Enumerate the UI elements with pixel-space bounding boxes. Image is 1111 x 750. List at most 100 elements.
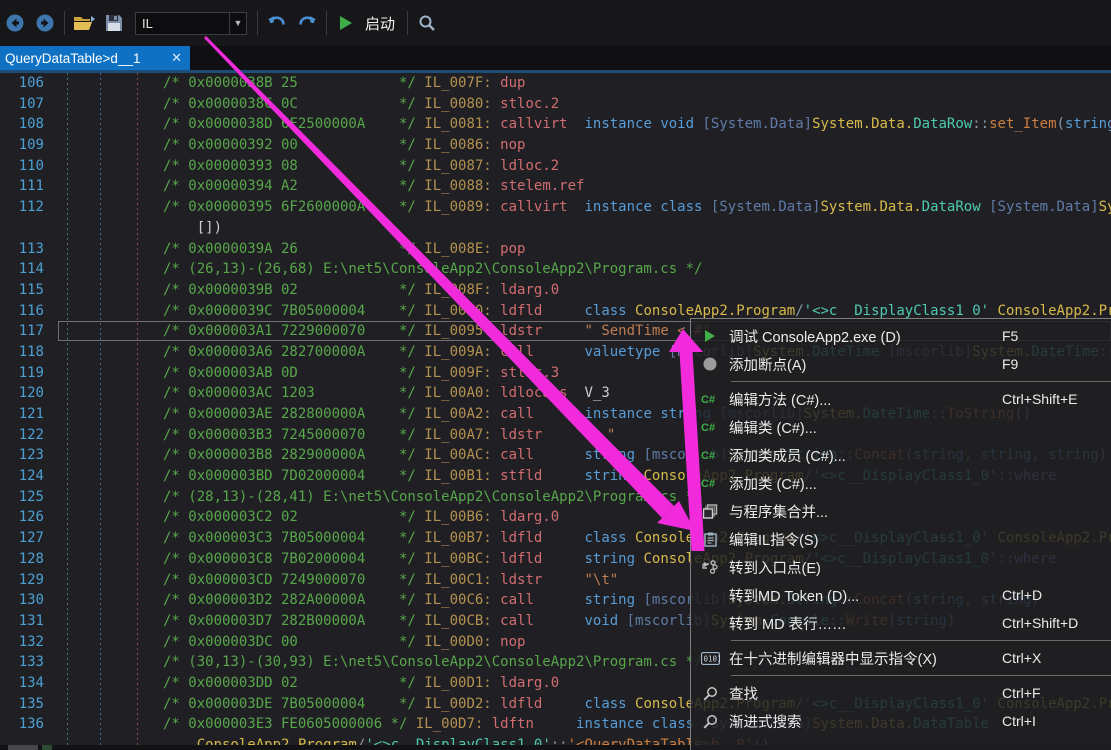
menu-item-label: 与程序集合并... [729, 504, 829, 521]
code-text: /* (30,13)-(30,93) E:\net5\ConsoleApp2\C… [163, 654, 703, 671]
menu-item-label: 在十六进制编辑器中显示指令(X) [729, 651, 937, 668]
view-mode-value: IL [142, 15, 153, 31]
search-icon [691, 714, 729, 729]
menu-separator [731, 640, 1111, 641]
code-line[interactable]: 113 /* 0x0000039A 26 */ IL_008E: pop [0, 239, 1111, 260]
view-mode-dropdown[interactable]: IL ▼ [135, 11, 247, 35]
tab-querydatatable[interactable]: QueryDataTable>d__1 ✕ [0, 46, 190, 70]
menu-item-edit-class-csharp[interactable]: C# 编辑类 (C#)... [691, 413, 1111, 441]
toolbar-separator [326, 11, 327, 35]
line-number: 111 [18, 178, 44, 195]
line-number: 125 [18, 488, 44, 505]
code-text: /* 0x000003DD 02 */ IL_00D1: ldarg.0 [163, 674, 560, 691]
line-number: 122 [18, 426, 44, 443]
chevron-down-icon[interactable]: ▼ [229, 12, 246, 34]
code-line[interactable]: 108 /* 0x0000038D 6F2500000A */ IL_0081: … [0, 114, 1111, 135]
code-text: /* (28,13)-(28,41) E:\net5\ConsoleApp2\C… [163, 488, 703, 505]
context-menu: 调试 ConsoleApp2.exe (D) F5 添加断点(A) F9 C# 编辑方法 … [690, 318, 1111, 750]
menu-item-find[interactable]: 查找 Ctrl+F [691, 679, 1111, 707]
play-icon [340, 16, 352, 30]
menu-item-show-instruction-in-hex-editor[interactable]: 0101 在十六进制编辑器中显示指令(X) Ctrl+X [691, 644, 1111, 672]
code-text: /* 0x000003CD 7249000070 */ IL_00C1: lds… [163, 571, 619, 588]
menu-item-label: 添加类成员 (C#)... [729, 448, 846, 465]
code-line[interactable]: 111 /* 0x00000394 A2 */ IL_0088: stelem.r… [0, 176, 1111, 197]
menu-item-add-class-member-csharp[interactable]: C# 添加类成员 (C#)... [691, 441, 1111, 469]
code-text: /* 0x00000395 6F2600000A */ IL_0089: cal… [163, 199, 1111, 216]
tab-title: QueryDataTable>d__1 [5, 50, 141, 66]
horizontal-scrollbar-thumb[interactable] [8, 745, 38, 750]
navigate-forward-button[interactable] [30, 7, 60, 39]
menu-item-label: 查找 [729, 686, 758, 703]
open-file-button[interactable] [69, 7, 99, 39]
menu-item-go-to-md-token[interactable]: 转到MD Token (D)... Ctrl+D [691, 581, 1111, 609]
menu-item-go-to-md-table-row[interactable]: 转到 MD 表行…… Ctrl+Shift+D [691, 609, 1111, 637]
svg-text:C#: C# [701, 478, 715, 490]
csharp-icon: C# [691, 476, 729, 490]
menu-item-go-to-entry-point[interactable]: 转到入口点(E) [691, 553, 1111, 581]
entry-point-icon [691, 560, 729, 574]
edit-il-icon [691, 532, 729, 547]
code-text: /* 0x0000039A 26 */ IL_008E: pop [163, 240, 526, 257]
menu-item-label: 添加断点(A) [729, 357, 807, 374]
start-debug-label[interactable]: 启动 [365, 13, 395, 34]
code-line[interactable]: 115 /* 0x0000039B 02 */ IL_008F: ldarg.0 [0, 280, 1111, 301]
toolbar-separator [257, 11, 258, 35]
menu-item-label: 添加类 (C#)... [729, 476, 817, 493]
open-folder-icon [74, 16, 95, 30]
save-button[interactable] [99, 7, 129, 39]
merge-icon [691, 503, 729, 519]
redo-button[interactable] [292, 7, 322, 39]
line-number: 106 [18, 75, 44, 91]
menu-item-label: 渐进式搜索 [729, 714, 802, 731]
redo-icon [299, 16, 316, 25]
menu-item-shortcut: Ctrl+Shift+E [1002, 391, 1078, 407]
menu-item-incremental-search[interactable]: 渐进式搜索 Ctrl+I [691, 707, 1111, 735]
line-number: 115 [18, 281, 44, 298]
code-line[interactable]: 106 /* 0x0000038B 25 */ IL_007F: dup [0, 73, 1111, 94]
menu-item-add-breakpoint[interactable]: 添加断点(A) F9 [691, 350, 1111, 378]
start-debug-button[interactable] [331, 7, 361, 39]
line-number: 120 [18, 385, 44, 402]
line-number: 107 [18, 95, 44, 112]
svg-text:C#: C# [701, 422, 715, 434]
code-line[interactable]: 112 /* 0x00000395 6F2600000A */ IL_0089: … [0, 197, 1111, 218]
line-number: 109 [18, 137, 44, 154]
hex-icon: 0101 [691, 651, 729, 665]
navigate-back-button[interactable] [0, 7, 30, 39]
line-number: 133 [18, 654, 44, 671]
menu-item-merge-with-assembly[interactable]: 与程序集合并... [691, 497, 1111, 525]
line-number: 114 [18, 261, 44, 278]
line-number: 130 [18, 592, 44, 609]
dnspy-window: IL ▼ 启动 QueryDataTable>d__1 ✕ 106 /* 0x0… [0, 0, 1111, 750]
code-text: /* 0x0000039B 02 */ IL_008F: ldarg.0 [163, 281, 560, 298]
search-icon [691, 686, 729, 701]
menu-item-shortcut: Ctrl+X [1002, 650, 1042, 666]
code-text: /* 0x00000394 A2 */ IL_0088: stelem.ref [163, 178, 585, 195]
tab-close-icon[interactable]: ✕ [171, 50, 182, 66]
code-text: /* 0x0000038C 0C */ IL_0080: stloc.2 [163, 95, 560, 112]
tab-bar: QueryDataTable>d__1 ✕ [0, 46, 1111, 70]
search-assemblies-button[interactable] [412, 7, 442, 39]
play-icon [691, 329, 729, 343]
undo-icon [268, 16, 285, 25]
code-line[interactable]: 114 /* (26,13)-(26,68) E:\net5\ConsoleApp… [0, 259, 1111, 280]
undo-button[interactable] [262, 7, 292, 39]
code-line[interactable]: 109 /* 0x00000392 00 */ IL_0086: nop [0, 135, 1111, 156]
search-icon [419, 15, 435, 31]
code-line[interactable]: 107 /* 0x0000038C 0C */ IL_0080: stloc.2 [0, 94, 1111, 115]
code-text: /* 0x00000393 08 */ IL_0087: ldloc.2 [163, 157, 560, 174]
menu-separator [731, 381, 1111, 382]
menu-item-edit-il-instructions[interactable]: 编辑IL指令(S) [691, 525, 1111, 553]
line-number: 121 [18, 406, 44, 422]
menu-item-shortcut: Ctrl+I [1002, 713, 1036, 729]
menu-item-shortcut: F5 [1002, 328, 1019, 344]
menu-item-edit-method-csharp[interactable]: C# 编辑方法 (C#)... Ctrl+Shift+E [691, 385, 1111, 413]
menu-item-add-class-csharp[interactable]: C# 添加类 (C#)... [691, 469, 1111, 497]
csharp-icon: C# [691, 448, 729, 462]
code-line[interactable]: 110 /* 0x00000393 08 */ IL_0087: ldloc.2 [0, 156, 1111, 177]
line-number: 135 [18, 695, 44, 712]
code-text: /* 0x0000038B 25 */ IL_007F: dup [163, 75, 526, 91]
toolbar-separator [64, 11, 65, 35]
code-line[interactable]: []) [0, 218, 1111, 239]
menu-item-debug-exe[interactable]: 调试 ConsoleApp2.exe (D) F5 [691, 322, 1111, 350]
